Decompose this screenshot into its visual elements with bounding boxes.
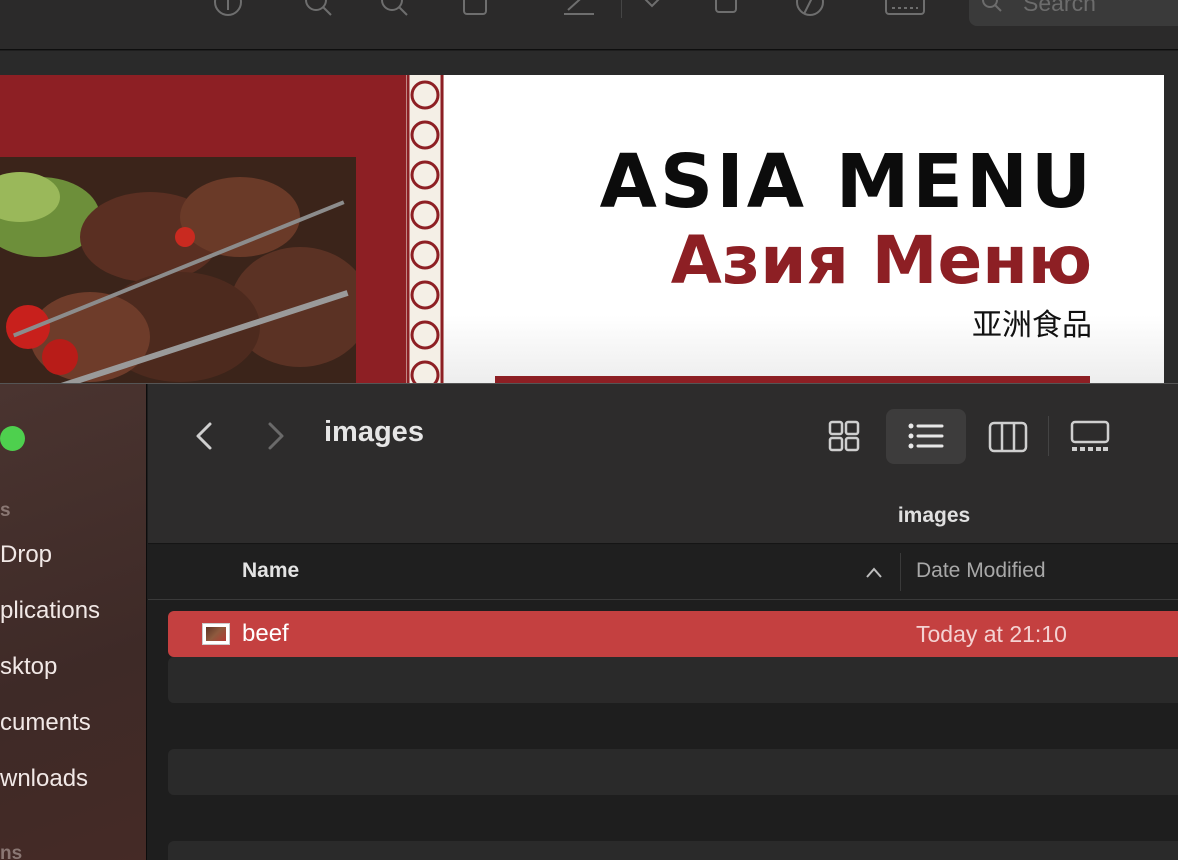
- finder-sidebar: s Drop plications sktop cuments wnloads …: [0, 384, 147, 860]
- column-separator[interactable]: [900, 553, 901, 591]
- food-photo: [0, 157, 356, 395]
- columns-icon: [988, 421, 1028, 453]
- rotate-icon[interactable]: [710, 0, 742, 18]
- sidebar-section-favorites: s: [0, 500, 11, 521]
- sign-icon[interactable]: [794, 0, 826, 18]
- toolbar-separator: [621, 0, 622, 18]
- forward-button[interactable]: [258, 418, 294, 454]
- menu-page: ASIA MENU Азия Меню 亚洲食品: [0, 75, 1164, 395]
- finder-window: s Drop plications sktop cuments wnloads …: [0, 383, 1178, 860]
- ornament-border: [406, 75, 444, 395]
- finder-content: images images Name Date Modified beef To…: [148, 384, 1178, 860]
- sidebar-item-applications[interactable]: plications: [0, 597, 100, 625]
- zoom-in-icon[interactable]: [378, 0, 410, 18]
- markup-icon[interactable]: [562, 0, 596, 18]
- column-date-modified-header[interactable]: Date Modified: [916, 559, 1046, 583]
- menu-title-english: ASIA MENU: [599, 139, 1094, 225]
- search-placeholder: Search: [1023, 0, 1096, 16]
- empty-row: [168, 749, 1178, 795]
- search-field[interactable]: Search: [969, 0, 1178, 26]
- list-icon: [908, 423, 944, 449]
- zoom-out-icon[interactable]: [302, 0, 334, 18]
- sidebar-item-downloads[interactable]: wnloads: [0, 765, 88, 793]
- empty-row: [168, 657, 1178, 703]
- finder-toolbar: images images: [148, 384, 1178, 544]
- window-title: images: [324, 416, 424, 448]
- view-columns-button[interactable]: [968, 409, 1048, 464]
- view-gallery-button[interactable]: [1050, 409, 1130, 464]
- sidebar-item-airdrop[interactable]: Drop: [0, 541, 52, 569]
- path-bar-title: images: [897, 504, 971, 527]
- preview-document-area: ASIA MENU Азия Меню 亚洲食品: [0, 51, 1178, 395]
- chevron-down-icon[interactable]: [636, 0, 668, 18]
- back-button[interactable]: [186, 418, 222, 454]
- chevron-left-icon: [196, 422, 212, 450]
- file-row[interactable]: beef Today at 21:10: [168, 611, 1178, 657]
- menu-title-chinese: 亚洲食品: [972, 308, 1092, 343]
- file-date-modified: Today at 21:10: [916, 621, 1067, 647]
- image-file-icon: [202, 623, 230, 645]
- info-icon[interactable]: [212, 0, 244, 18]
- sidebar-item-desktop[interactable]: sktop: [0, 653, 57, 681]
- gallery-icon: [1070, 420, 1110, 451]
- menu-red-panel: [0, 75, 406, 395]
- grid-icon: [828, 420, 860, 452]
- column-name-header[interactable]: Name: [242, 559, 299, 583]
- view-icons-button[interactable]: [804, 409, 884, 464]
- sidebar-item-documents[interactable]: cuments: [0, 709, 91, 737]
- sidebar-section-locations: ns: [0, 843, 23, 860]
- preview-toolbar: Search: [0, 0, 1178, 50]
- chevron-right-icon: [268, 422, 284, 450]
- file-name: beef: [242, 620, 289, 647]
- search-icon: [982, 0, 1002, 12]
- empty-row: [168, 841, 1178, 860]
- menu-title-russian: Азия Меню: [670, 222, 1092, 299]
- toolbar-separator: [1048, 416, 1049, 456]
- form-icon[interactable]: [884, 0, 926, 18]
- zoom-traffic-light[interactable]: [0, 426, 25, 451]
- share-icon[interactable]: [460, 0, 492, 18]
- view-list-button[interactable]: [886, 409, 966, 464]
- sort-ascending-icon[interactable]: [865, 565, 883, 579]
- column-header: Name Date Modified: [148, 545, 1178, 600]
